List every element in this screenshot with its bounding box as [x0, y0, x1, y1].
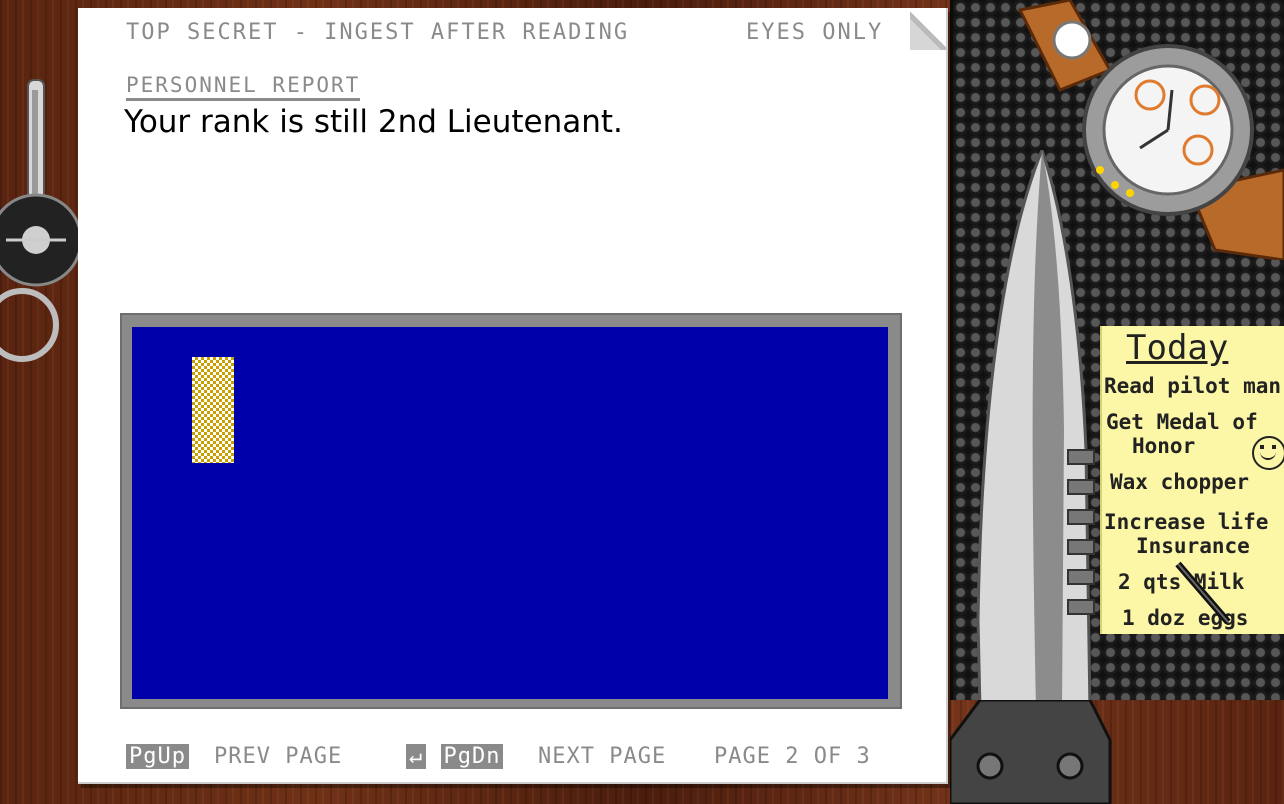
prev-page-button[interactable]: PREV PAGE	[214, 744, 342, 769]
pgup-key[interactable]: PgUp	[126, 744, 189, 769]
personnel-report-page: TOP SECRET - INGEST AFTER READING EYES O…	[78, 8, 948, 784]
note-title: Today	[1126, 328, 1229, 368]
note-item: Get Medal of	[1106, 410, 1258, 434]
knife-handle-icon	[950, 700, 1112, 804]
next-page-keys[interactable]: ↵ PgDn	[406, 744, 504, 769]
note-item: Honor	[1132, 434, 1196, 458]
page-corner	[910, 8, 946, 50]
report-section-label: PERSONNEL REPORT	[126, 72, 361, 101]
pgup-key-label: PgUp	[126, 744, 189, 769]
rank-display-frame	[120, 313, 902, 709]
smiley-icon	[1252, 436, 1284, 470]
rank-insignia-icon	[192, 357, 234, 463]
enter-key-label: ↵	[406, 744, 427, 769]
rank-message: Your rank is still 2nd Lieutenant.	[124, 104, 623, 140]
note-item: Wax chopper	[1110, 470, 1250, 494]
pen-icon	[1175, 561, 1231, 625]
page-indicator: PAGE 2 OF 3	[714, 744, 871, 769]
eyes-only-label: EYES ONLY	[746, 20, 884, 45]
note-item: Insurance	[1136, 534, 1250, 558]
note-item: Read pilot man	[1104, 374, 1282, 398]
classification-header: TOP SECRET - INGEST AFTER READING	[126, 20, 630, 45]
pgdn-key-label: PgDn	[440, 744, 504, 769]
next-page-button[interactable]: NEXT PAGE	[538, 744, 666, 769]
rank-display-screen	[132, 327, 888, 699]
note-item: Increase life	[1104, 510, 1269, 534]
